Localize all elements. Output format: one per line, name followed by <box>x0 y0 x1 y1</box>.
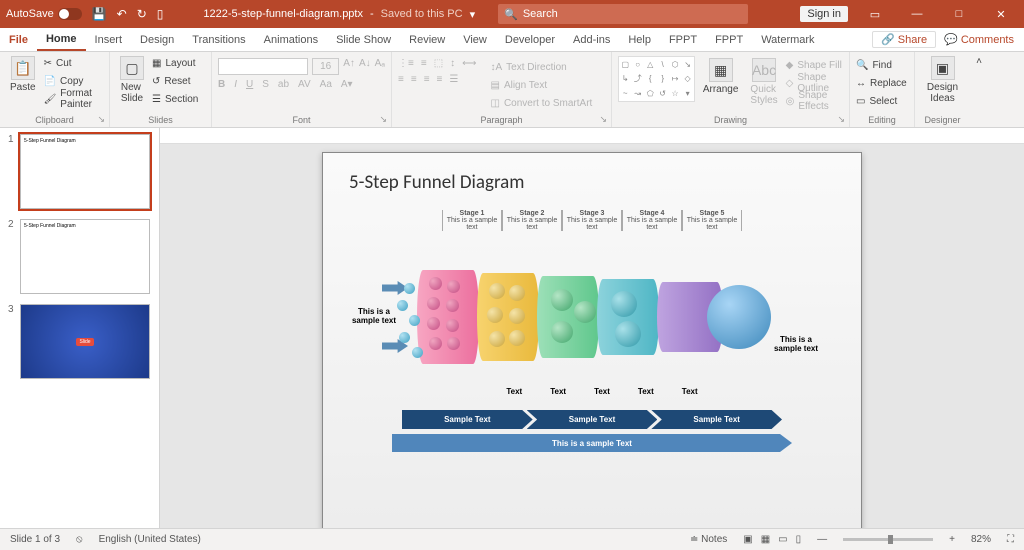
slide-thumbnail-2[interactable]: 2 5-Step Funnel Diagram <box>8 219 151 294</box>
cut-button[interactable]: ✂ Cut <box>44 54 103 72</box>
saved-status: Saved to this PC <box>381 8 463 20</box>
statusbar: Slide 1 of 3 ⦸ English (United States) ≐… <box>0 528 1024 550</box>
section-button[interactable]: ☰ Section <box>152 90 198 108</box>
minimize-icon[interactable]: — <box>902 8 932 20</box>
quick-access-toolbar: 💾 ↶ ↻ ▯ <box>92 7 164 21</box>
tab-home[interactable]: Home <box>37 28 86 51</box>
replace-button[interactable]: ↔ Replace <box>856 74 908 92</box>
close-icon[interactable]: ✕ <box>986 8 1016 21</box>
convert-smartart-button[interactable]: ◫ Convert to SmartArt <box>490 94 592 112</box>
maximize-icon[interactable]: □ <box>944 8 974 20</box>
dialog-launcher-icon[interactable]: ↘ <box>599 114 607 125</box>
align-text-button[interactable]: ▤ Align Text <box>490 76 592 94</box>
find-button[interactable]: 🔍 Find <box>856 56 908 74</box>
ribbon-options-icon[interactable]: ▭ <box>860 8 890 21</box>
tab-transitions[interactable]: Transitions <box>183 28 254 51</box>
horizontal-ruler <box>160 128 1024 144</box>
language-status[interactable]: English (United States) <box>99 534 201 545</box>
ribbon-tabs: File Home Insert Design Transitions Anim… <box>0 28 1024 52</box>
reset-button[interactable]: ↺ Reset <box>152 72 198 90</box>
slideshow-icon[interactable]: ▯ <box>157 7 164 21</box>
tab-fppt-2[interactable]: FPPT <box>706 28 752 51</box>
undo-icon[interactable]: ↶ <box>117 7 127 21</box>
filename: 1222-5-step-funnel-diagram.pptx <box>203 8 363 20</box>
share-button[interactable]: 🔗 Share <box>872 31 936 48</box>
format-painter-button[interactable]: 🖌 Format Painter <box>44 90 103 108</box>
tab-watermark[interactable]: Watermark <box>752 28 823 51</box>
tab-view[interactable]: View <box>454 28 496 51</box>
save-icon[interactable]: 💾 <box>92 7 107 21</box>
dialog-launcher-icon[interactable]: ↘ <box>379 114 387 125</box>
autosave-label: AutoSave <box>6 8 54 20</box>
font-family-input[interactable] <box>218 58 308 75</box>
collapse-ribbon-icon[interactable]: ˄ <box>976 56 982 67</box>
autosave-toggle[interactable]: AutoSave <box>6 8 82 20</box>
redo-icon[interactable]: ↻ <box>137 7 147 21</box>
right-label: This is a sample text <box>769 335 823 353</box>
ribbon: 📋Paste ✂ Cut 📄 Copy 🖌 Format Painter Cli… <box>0 52 1024 128</box>
slideshow-view-icon[interactable]: ▯ <box>796 534 802 545</box>
zoom-out-icon[interactable]: — <box>817 534 827 545</box>
quick-styles-button[interactable]: AbcQuick Styles <box>746 56 781 110</box>
tab-addins[interactable]: Add-ins <box>564 28 619 51</box>
new-slide-button[interactable]: ▢New Slide <box>116 54 148 108</box>
tab-help[interactable]: Help <box>619 28 660 51</box>
design-ideas-button[interactable]: ▣Design Ideas <box>921 54 964 106</box>
slide-thumbnail-1[interactable]: 1 5-Step Funnel Diagram <box>8 134 151 209</box>
slide-thumbnail-3[interactable]: 3 Slide <box>8 304 151 379</box>
chevron-bar[interactable]: Sample Text Sample Text Sample Text <box>402 410 782 429</box>
tab-animations[interactable]: Animations <box>255 28 327 51</box>
zoom-slider[interactable] <box>843 538 933 541</box>
comments-button[interactable]: 💬 Comments <box>944 31 1014 48</box>
funnel-diagram[interactable]: This is a sample text <box>349 235 835 390</box>
titlebar: AutoSave 💾 ↶ ↻ ▯ 1222-5-step-funnel-diag… <box>0 0 1024 28</box>
tab-review[interactable]: Review <box>400 28 454 51</box>
tab-file[interactable]: File <box>0 28 37 51</box>
tab-slideshow[interactable]: Slide Show <box>327 28 400 51</box>
sorter-view-icon[interactable]: ▦ <box>761 534 770 545</box>
text-direction-button[interactable]: ↕A Text Direction <box>490 58 592 76</box>
dialog-launcher-icon[interactable]: ↘ <box>837 114 845 125</box>
search-input[interactable]: 🔍 Search <box>498 4 748 24</box>
arrange-button[interactable]: ▦Arrange <box>699 56 743 110</box>
slide-title[interactable]: 5-Step Funnel Diagram <box>349 171 835 194</box>
workspace: 1 5-Step Funnel Diagram 2 5-Step Funnel … <box>0 128 1024 528</box>
search-icon: 🔍 <box>504 8 518 21</box>
tab-design[interactable]: Design <box>131 28 183 51</box>
fit-to-window-icon[interactable]: ⛶ <box>1007 534 1014 545</box>
zoom-level[interactable]: 82% <box>971 534 991 545</box>
dialog-launcher-icon[interactable]: ↘ <box>97 114 105 125</box>
normal-view-icon[interactable]: ▣ <box>743 534 752 545</box>
paste-button[interactable]: 📋Paste <box>6 54 40 108</box>
signin-button[interactable]: Sign in <box>800 6 848 22</box>
slide-counter[interactable]: Slide 1 of 3 <box>10 534 60 545</box>
stage-labels: Stage 1This is a sample text Stage 2This… <box>349 210 835 231</box>
reading-view-icon[interactable]: ▭ <box>778 534 787 545</box>
group-label: Clipboard <box>0 115 109 125</box>
left-label: This is a sample text <box>349 307 399 325</box>
tab-fppt-1[interactable]: FPPT <box>660 28 706 51</box>
layout-button[interactable]: ▦ Layout <box>152 54 198 72</box>
shape-effects-button[interactable]: ◎ Shape Effects <box>786 92 843 110</box>
font-size-input[interactable]: 16 <box>312 58 339 75</box>
select-button[interactable]: ▭ Select <box>856 92 908 110</box>
search-placeholder: Search <box>523 8 558 20</box>
notes-button[interactable]: ≐ Notes <box>690 534 727 545</box>
chevron-down-icon[interactable]: ▾ <box>470 8 476 21</box>
spellcheck-icon[interactable]: ⦸ <box>76 534 83 545</box>
zoom-in-icon[interactable]: + <box>949 534 955 545</box>
tab-developer[interactable]: Developer <box>496 28 564 51</box>
thumbnail-panel[interactable]: 1 5-Step Funnel Diagram 2 5-Step Funnel … <box>0 128 160 528</box>
slide-canvas[interactable]: 5-Step Funnel Diagram Stage 1This is a s… <box>322 152 862 528</box>
shapes-gallery[interactable]: ▢○△\⬡↘ ↳⤴{}↦◇ ~↝⬠↺☆▾ <box>618 56 695 102</box>
tab-insert[interactable]: Insert <box>86 28 132 51</box>
long-bar[interactable]: This is a sample Text <box>392 434 792 452</box>
